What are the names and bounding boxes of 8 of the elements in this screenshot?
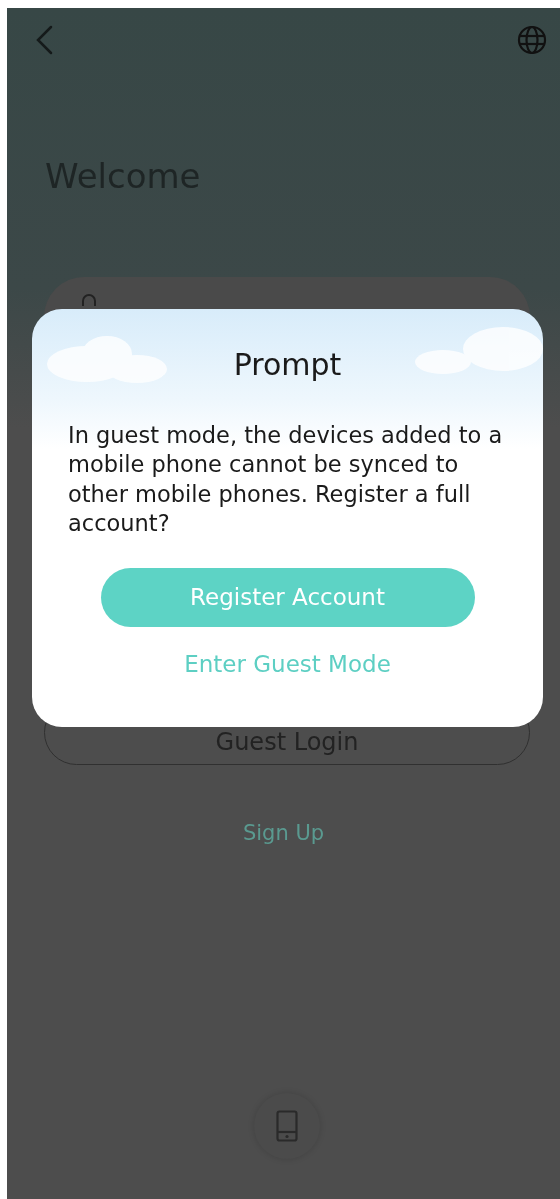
enter-guest-mode-link[interactable]: Enter Guest Mode — [184, 647, 391, 682]
dialog-message: In guest mode, the devices added to a mobile phone cannot be synced to other mobile phones. Register a full account? — [68, 421, 504, 538]
register-account-button[interactable]: Register Account — [100, 568, 475, 627]
globe-icon[interactable] — [517, 25, 547, 55]
back-icon[interactable] — [35, 25, 53, 55]
phone-icon — [276, 1110, 298, 1142]
sign-up-link[interactable]: Sign Up — [242, 821, 325, 845]
dialog-title: Prompt — [232, 347, 343, 383]
